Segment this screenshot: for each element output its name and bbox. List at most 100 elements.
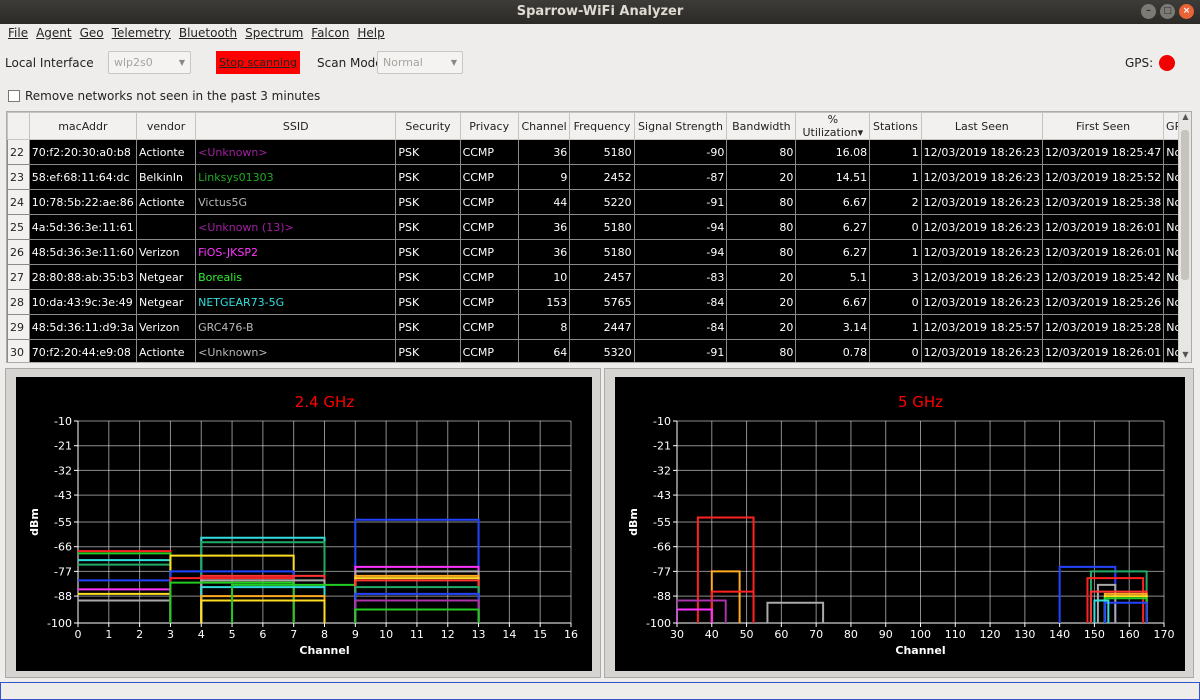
menu-spectrum[interactable]: Spectrum	[241, 24, 307, 43]
cell-bw: 20	[726, 314, 797, 340]
scrollbar-thumb[interactable]	[1181, 130, 1189, 280]
cell-last: 12/03/2019 18:26:23	[920, 339, 1043, 362]
network-trace	[1103, 601, 1148, 623]
cell-util: 6.27	[795, 239, 871, 265]
table-row[interactable]: 26 48:5d:36:3e:11:60 Verizon FiOS-JKSP2 PSK C…	[7, 239, 1191, 265]
menu-help[interactable]: Help	[353, 24, 388, 43]
network-trace	[1093, 599, 1110, 623]
cell-sig: -83	[633, 264, 728, 290]
cell-ssid: NETGEAR73-5G	[195, 289, 397, 315]
row-number: 22	[7, 139, 30, 165]
scan-mode-select[interactable]: Normal ▼	[377, 51, 463, 74]
y-tick-label: -77	[54, 565, 72, 578]
column-header[interactable]: Channel	[517, 112, 571, 140]
column-header[interactable]: Last Seen	[920, 112, 1043, 140]
table-row[interactable]: 27 28:80:88:ab:35:b3 Netgear Borealis PSK CCM…	[7, 264, 1191, 290]
x-tick-label: 8	[321, 628, 328, 641]
cell-bw: 20	[726, 289, 797, 315]
close-button[interactable]: ×	[1179, 4, 1194, 19]
x-tick-label: 120	[980, 628, 1001, 641]
stop-scanning-button[interactable]: Stop scanning	[216, 51, 300, 74]
column-header[interactable]: Signal Strength	[633, 112, 728, 140]
window-titlebar: Sparrow-WiFi Analyzer – □ ×	[0, 0, 1200, 24]
y-tick-label: -55	[653, 516, 671, 529]
cell-first: 12/03/2019 18:26:01	[1041, 239, 1165, 265]
menu-geo[interactable]: Geo	[76, 24, 108, 43]
cell-sec: PSK	[395, 164, 461, 190]
status-bar	[0, 682, 1200, 700]
chart-5ghz: 5 GHz 30 40 50 60 70 80 90 100 110 120 130 140 150 160…	[615, 377, 1185, 671]
menu-file[interactable]: File	[4, 24, 32, 43]
cell-ch: 153	[517, 289, 571, 315]
menu-falcon[interactable]: Falcon	[307, 24, 353, 43]
plot-panel-5ghz: 5 GHz 30 40 50 60 70 80 90 100 110 120 130 140 150 160…	[604, 368, 1194, 678]
x-tick-label: 50	[740, 628, 754, 641]
x-tick-label: 140	[1049, 628, 1070, 641]
cell-sec: PSK	[395, 214, 461, 240]
cell-ch: 36	[517, 139, 571, 165]
cell-bw: 80	[726, 139, 797, 165]
x-tick-label: 100	[910, 628, 931, 641]
cell-first: 12/03/2019 18:26:01	[1041, 214, 1165, 240]
menu-telemetry[interactable]: Telemetry	[108, 24, 175, 43]
x-tick-label: 30	[670, 628, 684, 641]
column-header[interactable]: First Seen	[1041, 112, 1165, 140]
column-header[interactable]: SSID	[195, 112, 397, 140]
y-tick-label: -32	[54, 464, 72, 477]
table-row[interactable]: 25 4a:5d:36:3e:11:61 <Unknown (13)> PSK CCMP…	[7, 214, 1191, 240]
column-header[interactable]: Frequency	[569, 112, 635, 140]
remove-networks-checkbox[interactable]	[8, 90, 20, 102]
cell-first: 12/03/2019 18:25:28	[1041, 314, 1165, 340]
scroll-down-icon[interactable]: ▼	[1179, 350, 1191, 359]
minimize-button[interactable]: –	[1141, 4, 1156, 19]
column-header[interactable]: % Utilization▾	[795, 112, 871, 140]
cell-vendor	[135, 214, 197, 240]
table-row[interactable]: 23 58:ef:68:11:64:dc BelkinIn Linksys01303 P…	[7, 164, 1191, 190]
x-tick-label: 60	[774, 628, 788, 641]
x-axis-label: Channel	[895, 644, 945, 657]
cell-mac: 48:5d:36:3e:11:60	[28, 239, 137, 265]
local-interface-label: Local Interface	[5, 56, 94, 70]
remove-networks-label: Remove networks not seen in the past 3 m…	[25, 89, 321, 103]
cell-vendor: Actionte	[135, 139, 197, 165]
cell-ssid: Linksys01303	[195, 164, 397, 190]
table-row[interactable]: 29 48:5d:36:11:d9:3a Verizon GRC476-B PSK CCM…	[7, 314, 1191, 340]
cell-mac: 4a:5d:36:3e:11:61	[28, 214, 137, 240]
cell-freq: 5180	[569, 139, 635, 165]
cell-util: 3.14	[795, 314, 871, 340]
menu-bluetooth[interactable]: Bluetooth	[175, 24, 241, 43]
x-tick-label: 15	[533, 628, 547, 641]
column-header[interactable]: vendor	[135, 112, 197, 140]
column-header[interactable]: Privacy	[459, 112, 519, 140]
cell-first: 12/03/2019 18:25:47	[1041, 139, 1165, 165]
scroll-up-icon[interactable]: ▲	[1179, 112, 1191, 121]
cell-bw: 80	[726, 339, 797, 362]
menu-bar: File Agent Geo Telemetry Bluetooth Spect…	[0, 24, 1200, 43]
menu-agent[interactable]: Agent	[32, 24, 76, 43]
cell-bw: 20	[726, 164, 797, 190]
column-header[interactable]: Security	[395, 112, 461, 140]
column-header[interactable]: Stations	[869, 112, 922, 140]
table-row[interactable]: 30 70:f2:20:44:e9:08 Actionte <Unknown> PSK C…	[7, 339, 1191, 362]
row-number: 25	[7, 214, 30, 240]
table-row[interactable]: 28 10:da:43:9c:3e:49 Netgear NETGEAR73-5G PS…	[7, 289, 1191, 315]
cell-st: 2	[869, 189, 922, 215]
x-tick-label: 80	[844, 628, 858, 641]
row-number: 26	[7, 239, 30, 265]
table-row[interactable]: 24 10:78:5b:22:ae:86 Actionte Victus5G PSK CC…	[7, 189, 1191, 215]
y-tick-label: -21	[54, 440, 72, 453]
cell-sig: -84	[633, 289, 728, 315]
column-header[interactable]: Bandwidth	[726, 112, 797, 140]
cell-st: 1	[869, 139, 922, 165]
table-row[interactable]: 22 70:f2:20:30:a0:b8 Actionte <Unknown> PSK C…	[7, 139, 1191, 165]
x-tick-label: 4	[198, 628, 205, 641]
y-tick-label: -66	[653, 541, 671, 554]
maximize-button[interactable]: □	[1160, 4, 1175, 19]
interface-select[interactable]: wlp2s0 ▼	[108, 51, 191, 74]
cell-priv: CCMP	[459, 264, 519, 290]
table-scrollbar[interactable]: ▲ ▼	[1178, 112, 1191, 362]
cell-first: 12/03/2019 18:25:38	[1041, 189, 1165, 215]
cell-bw: 80	[726, 189, 797, 215]
column-header[interactable]: macAddr	[28, 112, 137, 140]
y-axis-label: dBm	[627, 508, 640, 536]
